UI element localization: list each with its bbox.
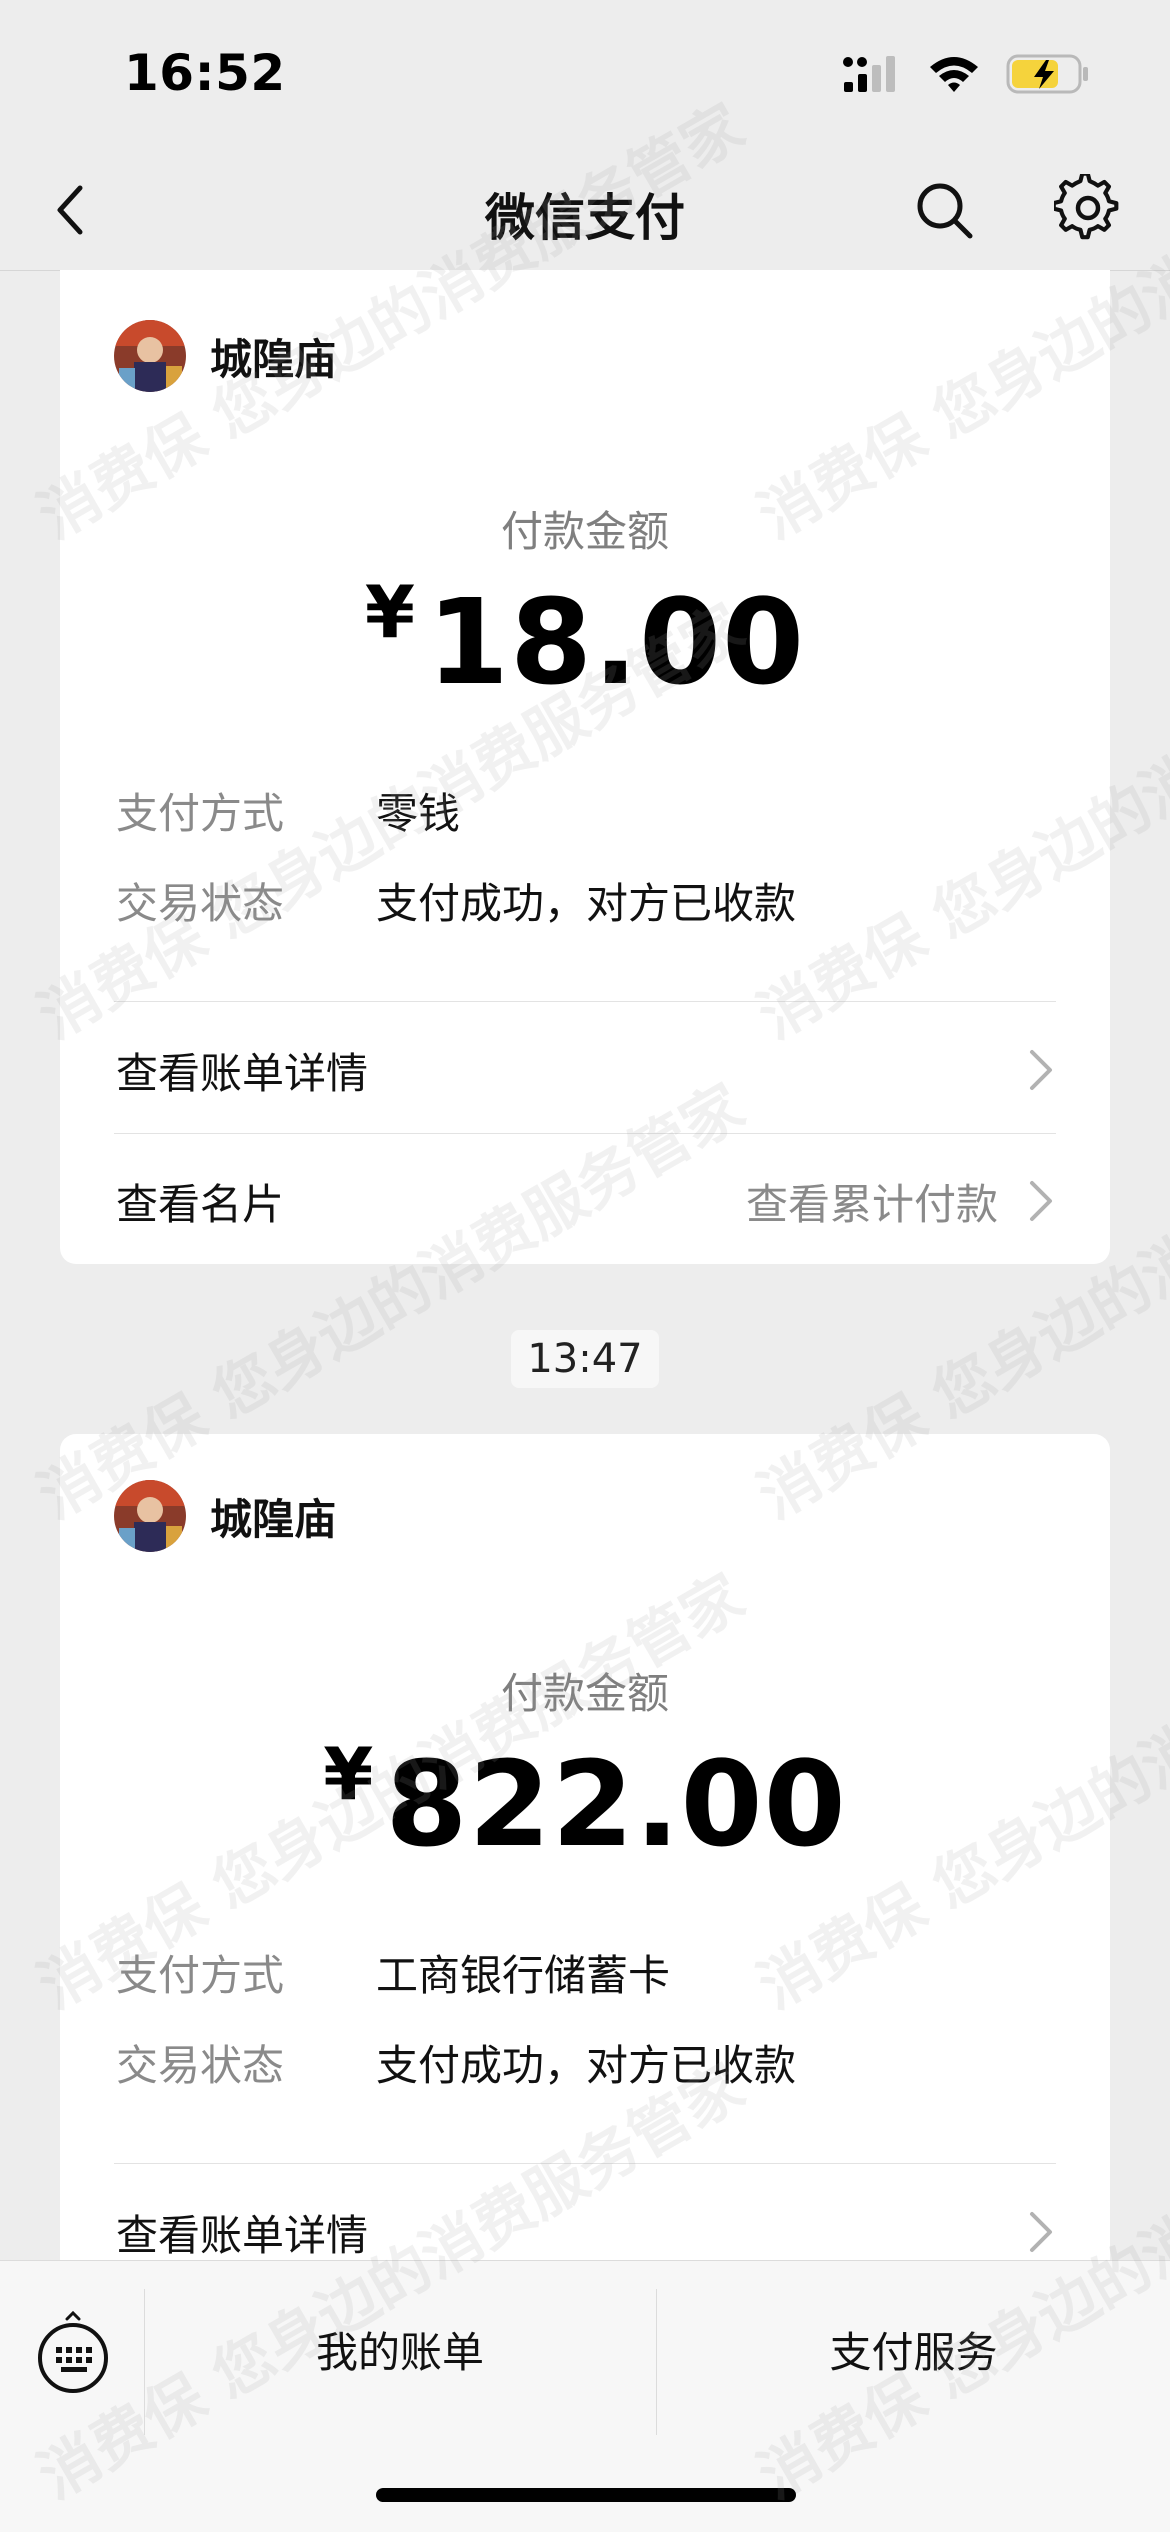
pay-services-button[interactable]: 支付服务 xyxy=(657,2319,1170,2380)
bill-detail-label: 查看账单详情 xyxy=(116,2210,369,2260)
divider xyxy=(114,2163,1056,2164)
amount: ¥822.00 xyxy=(60,1732,1110,1873)
amount-label: 付款金额 xyxy=(500,507,669,556)
merchant-avatar xyxy=(114,1480,186,1552)
business-card-label: 查看名片 xyxy=(116,1179,285,1229)
merchant-row[interactable]: 城隍庙 xyxy=(114,320,336,392)
battery-charging-icon xyxy=(1006,54,1088,94)
divider xyxy=(114,1133,1056,1134)
gear-icon[interactable] xyxy=(1054,174,1122,242)
nav-bar: 微信支付 xyxy=(0,150,1170,271)
chevron-right-icon xyxy=(1030,1181,1052,1221)
payment-method-value: 工商银行储蓄卡 xyxy=(376,1951,671,2000)
keyboard-icon[interactable] xyxy=(30,2311,116,2397)
app-screen: 16:52 微信支付 城隍庙 付款金额 ¥ 18.00 支付方式 零钱 交易状态… xyxy=(0,0,1170,2532)
chevron-right-icon xyxy=(1030,1050,1052,1090)
amount: ¥18.00 xyxy=(60,570,1110,711)
time-separator: 13:47 xyxy=(0,1330,1170,1388)
transaction-status-value: 支付成功，对方已收款 xyxy=(376,879,797,928)
transaction-status-value: 支付成功，对方已收款 xyxy=(376,2041,797,2090)
amount-label: 付款金额 xyxy=(500,1669,669,1718)
cellular-signal-icon xyxy=(843,56,895,92)
status-time: 16:52 xyxy=(124,44,286,102)
my-bills-button[interactable]: 我的账单 xyxy=(145,2319,655,2380)
merchant-row[interactable]: 城隍庙 xyxy=(114,1480,336,1552)
status-bar: 16:52 xyxy=(0,0,1170,150)
home-indicator xyxy=(376,2488,796,2502)
transaction-status-row: 交易状态 支付成功，对方已收款 xyxy=(116,870,1054,930)
bill-detail-link[interactable]: 查看账单详情 xyxy=(116,1005,1054,1135)
chevron-right-icon xyxy=(1030,2212,1052,2252)
merchant-name: 城隍庙 xyxy=(210,1494,337,1544)
amount-value: 822.00 xyxy=(385,1735,847,1873)
cumulative-payment-label: 查看累计付款 xyxy=(745,1179,998,1229)
transaction-status-label: 交易状态 xyxy=(116,2041,285,2090)
payment-method-label: 支付方式 xyxy=(116,789,285,838)
cumulative-payment-link[interactable]: 查看累计付款 xyxy=(746,1171,1054,1232)
payment-method-row: 支付方式 零钱 xyxy=(116,780,1054,840)
merchant-name: 城隍庙 xyxy=(210,334,337,384)
wifi-icon xyxy=(930,57,978,92)
divider xyxy=(114,1001,1056,1002)
payment-method-label: 支付方式 xyxy=(116,1951,285,2000)
payment-method-value: 零钱 xyxy=(376,789,461,838)
time-separator-label: 13:47 xyxy=(511,1330,659,1388)
search-icon[interactable] xyxy=(912,178,976,242)
currency-symbol: ¥ xyxy=(364,570,415,654)
currency-symbol: ¥ xyxy=(323,1732,374,1816)
transaction-status-label: 交易状态 xyxy=(116,879,285,928)
business-card-link[interactable]: 查看名片 查看累计付款 xyxy=(116,1136,1054,1266)
status-icons xyxy=(842,52,1092,96)
bill-detail-label: 查看账单详情 xyxy=(116,1048,369,1098)
merchant-avatar xyxy=(114,320,186,392)
amount-value: 18.00 xyxy=(426,573,806,711)
page-title: 微信支付 xyxy=(485,189,685,247)
payment-card-2: 城隍庙 付款金额 ¥822.00 支付方式 工商银行储蓄卡 交易状态 支付成功，… xyxy=(60,1434,1110,2294)
payment-card-1: 城隍庙 付款金额 ¥18.00 支付方式 零钱 交易状态 支付成功，对方已收款 … xyxy=(60,270,1110,1264)
transaction-status-row: 交易状态 支付成功，对方已收款 xyxy=(116,2032,1054,2092)
payment-method-row: 支付方式 工商银行储蓄卡 xyxy=(116,1942,1054,2002)
